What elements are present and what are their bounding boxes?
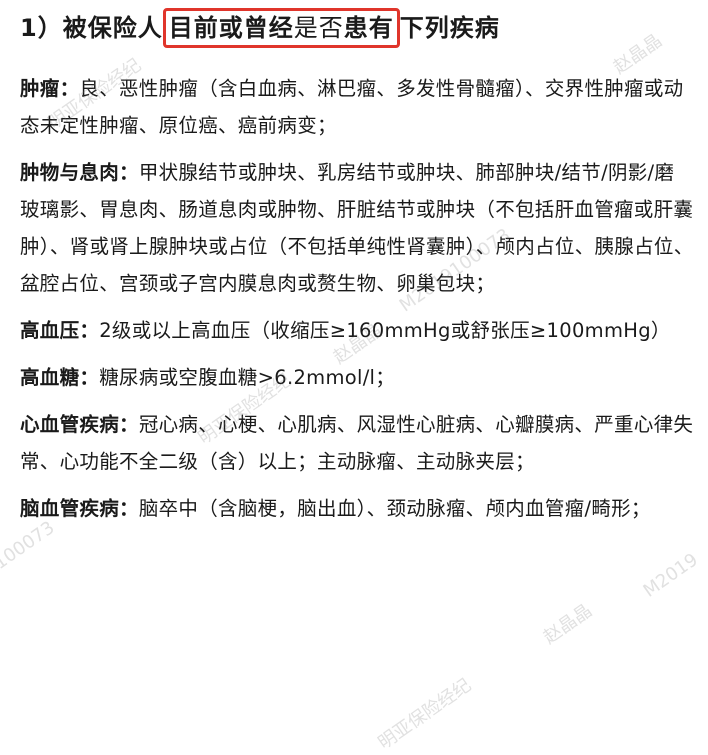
item-term: 高血糖： [20, 366, 100, 389]
item-term: 脑血管疾病： [20, 497, 139, 520]
heading-highlight-bold-1: 目前或曾经 [168, 14, 294, 42]
heading-prefix: 1）被保险人 [20, 14, 163, 42]
item-hyperglycemia: 高血糖：糖尿病或空腹血糖>6.2mmol/l； [20, 359, 694, 396]
item-tumor: 肿瘤：良、恶性肿瘤（含白血病、淋巴瘤、多发性骨髓瘤）、交界性肿瘤或动态未定性肿瘤… [20, 70, 694, 144]
item-lumps-polyps: 肿物与息肉：甲状腺结节或肿块、乳房结节或肿块、肺部肿块/结节/阴影/磨玻璃影、胃… [20, 154, 694, 302]
item-text: 脑卒中（含脑梗，脑出血）、颈动脉瘤、颅内血管瘤/畸形； [138, 497, 651, 520]
item-text: 良、恶性肿瘤（含白血病、淋巴瘤、多发性骨髓瘤）、交界性肿瘤或动态未定性肿瘤、原位… [20, 77, 684, 137]
item-text: 2级或以上高血压（收缩压≥160mmHg或舒张压≥100mmHg） [99, 319, 671, 342]
item-text: 糖尿病或空腹血糖>6.2mmol/l； [99, 366, 396, 389]
item-term: 心血管疾病： [20, 413, 139, 436]
item-term: 肿瘤： [20, 77, 80, 100]
document-page: 1）被保险人 目前或曾经是否患有 下列疾病 肿瘤：良、恶性肿瘤（含白血病、淋巴瘤、多… [0, 0, 708, 750]
heading-highlight-normal: 是否 [293, 14, 344, 42]
item-term: 肿物与息肉： [20, 161, 139, 184]
heading-highlight-bold-2: 患有 [343, 14, 394, 42]
item-hypertension: 高血压：2级或以上高血压（收缩压≥160mmHg或舒张压≥100mmHg） [20, 312, 694, 349]
item-cerebrovascular: 脑血管疾病：脑卒中（含脑梗，脑出血）、颈动脉瘤、颅内血管瘤/畸形； [20, 490, 694, 527]
item-cardiovascular: 心血管疾病：冠心病、心梗、心肌病、风湿性心脏病、心瓣膜病、严重心律失常、心功能不… [20, 406, 694, 480]
heading-suffix: 下列疾病 [399, 14, 500, 42]
item-term: 高血压： [20, 319, 100, 342]
heading-highlight-box: 目前或曾经是否患有 [162, 8, 400, 48]
section-heading: 1）被保险人 目前或曾经是否患有 下列疾病 [20, 0, 694, 56]
